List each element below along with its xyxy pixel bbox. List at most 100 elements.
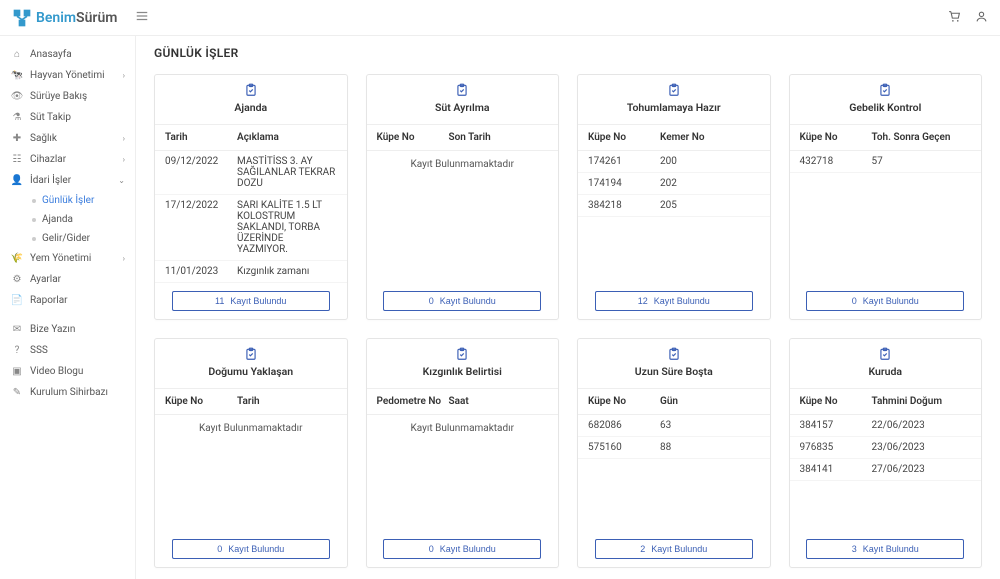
sidebar-label: Hayvan Yönetimi bbox=[30, 70, 105, 81]
column-header: Küpe No bbox=[377, 132, 449, 143]
cell: 202 bbox=[660, 178, 759, 189]
sidebar-item-saglik[interactable]: ✚Sağlık› bbox=[0, 128, 135, 149]
sidebar-item-hayvan[interactable]: 🐄 Hayvan Yönetimi › bbox=[0, 65, 135, 86]
table-row[interactable]: 174261200 bbox=[578, 151, 770, 173]
column-header: Toh. Sonra Geçen bbox=[872, 132, 971, 143]
sidebar-icon-ayarlar: ⚙ bbox=[10, 274, 24, 285]
logo-text-1: Benim bbox=[36, 10, 76, 26]
sidebar-item-yem[interactable]: 🌾Yem Yönetimi› bbox=[0, 248, 135, 269]
count-label: Kayıt Bulundu bbox=[863, 296, 919, 306]
sidebar-item-suttakip[interactable]: ⚗Süt Takip bbox=[0, 107, 135, 128]
count-value: 11 bbox=[215, 296, 224, 306]
record-count-button[interactable]: 3Kayıt Bulundu bbox=[806, 539, 964, 559]
column-header: Kemer No bbox=[660, 132, 759, 143]
sidebar-icon-video: ▣ bbox=[10, 366, 24, 377]
table-row[interactable]: 09/12/2022MASTİTİSS 3. AY SAĞILANLAR TEK… bbox=[155, 151, 347, 195]
record-count-button[interactable]: 12Kayıt Bulundu bbox=[595, 291, 753, 311]
table-row[interactable]: 17/12/2022SARI KALİTE 1.5 LT KOLOSTRUM S… bbox=[155, 195, 347, 261]
table-row[interactable]: 43271857 bbox=[790, 151, 982, 173]
card-ajanda: Ajanda TarihAçıklama 09/12/2022MASTİTİSS… bbox=[154, 74, 348, 320]
chevron-right-icon: › bbox=[123, 155, 125, 164]
chevron-right-icon: › bbox=[123, 71, 125, 80]
cell: 200 bbox=[660, 156, 759, 167]
cell: 88 bbox=[660, 442, 759, 453]
app-logo[interactable]: BenimSürüm bbox=[12, 8, 117, 28]
sidebar-label: Video Blogu bbox=[30, 366, 83, 377]
cell: Kızgınlık zamanı bbox=[237, 266, 336, 277]
sidebar-icon-cihazlar: ☷ bbox=[10, 154, 24, 165]
count-value: 2 bbox=[640, 544, 645, 554]
cell: SARI KALİTE 1.5 LT KOLOSTRUM SAKLANDI, T… bbox=[237, 200, 336, 255]
sidebar-icon-saglik: ✚ bbox=[10, 133, 24, 144]
sidebar-label: Cihazlar bbox=[30, 154, 66, 165]
cart-button[interactable] bbox=[948, 10, 961, 26]
sidebar-item-video[interactable]: ▣ Video Blogu bbox=[0, 361, 135, 382]
count-value: 0 bbox=[852, 296, 857, 306]
cell: 17/12/2022 bbox=[165, 200, 237, 255]
record-count-button[interactable]: 0Kayıt Bulundu bbox=[383, 291, 541, 311]
sidebar-sublabel: Ajanda bbox=[42, 214, 73, 225]
table-header: Küpe NoKemer No bbox=[578, 125, 770, 151]
column-header: Tahmini Doğum bbox=[872, 396, 971, 407]
sidebar-item-cihazlar[interactable]: ☷ Cihazlar › bbox=[0, 149, 135, 170]
table-row[interactable]: 11/01/2023Kızgınlık zamanı bbox=[155, 261, 347, 283]
page-title: GÜNLÜK İŞLER bbox=[154, 46, 982, 60]
sidebar-subitem-gelir[interactable]: Gelir/Gider bbox=[26, 229, 135, 248]
menu-toggle-button[interactable] bbox=[135, 9, 149, 26]
bullet-icon bbox=[32, 237, 36, 241]
clipboard-icon bbox=[878, 83, 892, 97]
record-count-button[interactable]: 0Kayıt Bulundu bbox=[172, 539, 330, 559]
sidebar-icon-hayvan: 🐄 bbox=[10, 70, 24, 81]
card-kizginlik: Kızgınlık Belirtisi Pedometre NoSaat Kay… bbox=[366, 338, 560, 568]
cell: 384218 bbox=[588, 200, 660, 211]
table-row[interactable]: 174194202 bbox=[578, 173, 770, 195]
cell: 11/01/2023 bbox=[165, 266, 237, 277]
card-title: Süt Ayrılma bbox=[373, 101, 553, 114]
sidebar-item-idari[interactable]: 👤İdari İşler⌄ bbox=[0, 170, 135, 191]
sidebar-subitem-gunluk[interactable]: Günlük İşler bbox=[26, 191, 135, 210]
count-value: 3 bbox=[852, 544, 857, 554]
sidebar-label: Raporlar bbox=[30, 295, 68, 306]
table-row[interactable]: 57516088 bbox=[578, 437, 770, 459]
card-title: Tohumlamaya Hazır bbox=[584, 101, 764, 114]
user-menu-button[interactable] bbox=[975, 10, 988, 26]
sidebar: ⌂Anasayfa 🐄 Hayvan Yönetimi › 👁 Sürüye Bakış ⚗… bbox=[0, 36, 136, 579]
column-header: Küpe No bbox=[165, 396, 237, 407]
empty-message: Kayıt Bulunmamaktadır bbox=[367, 415, 559, 442]
sidebar-icon-sss: ? bbox=[10, 345, 24, 356]
card-sut: Süt Ayrılma Küpe NoSon Tarih Kayıt Bulun… bbox=[366, 74, 560, 320]
record-count-button[interactable]: 11 Kayıt Bulundu bbox=[172, 291, 330, 311]
card-title: Uzun Süre Boşta bbox=[584, 365, 764, 378]
sidebar-label: Sürüye Bakış bbox=[30, 91, 87, 102]
sidebar-icon-suruye: 👁 bbox=[10, 91, 24, 102]
sidebar-item-home[interactable]: ⌂Anasayfa bbox=[0, 44, 135, 65]
table-row[interactable]: 97683523/06/2023 bbox=[790, 437, 982, 459]
cell: 682086 bbox=[588, 420, 660, 431]
sidebar-item-kurulum[interactable]: ✎Kurulum Sihirbazı bbox=[0, 382, 135, 403]
record-count-button[interactable]: 0Kayıt Bulundu bbox=[383, 539, 541, 559]
sidebar-item-sss[interactable]: ?SSS bbox=[0, 340, 135, 361]
sidebar-subitem-ajanda[interactable]: Ajanda bbox=[26, 210, 135, 229]
sidebar-item-suruye[interactable]: 👁 Sürüye Bakış bbox=[0, 86, 135, 107]
count-label: Kayıt Bulundu bbox=[230, 296, 286, 306]
table-row[interactable]: 38415722/06/2023 bbox=[790, 415, 982, 437]
clipboard-icon bbox=[244, 83, 258, 97]
sidebar-item-bize[interactable]: ✉Bize Yazın bbox=[0, 319, 135, 340]
count-label: Kayıt Bulundu bbox=[654, 296, 710, 306]
clipboard-icon bbox=[878, 347, 892, 361]
sidebar-item-ayarlar[interactable]: ⚙Ayarlar bbox=[0, 269, 135, 290]
logo-icon bbox=[12, 8, 32, 28]
user-icon bbox=[975, 10, 988, 23]
record-count-button[interactable]: 2Kayıt Bulundu bbox=[595, 539, 753, 559]
card-kuruda: Kuruda Küpe NoTahmini Doğum 38415722/06/… bbox=[789, 338, 983, 568]
table-row[interactable]: 38414127/06/2023 bbox=[790, 459, 982, 481]
sidebar-item-raporlar[interactable]: 📄Raporlar bbox=[0, 290, 135, 311]
cell: 575160 bbox=[588, 442, 660, 453]
table-row[interactable]: 384218205 bbox=[578, 195, 770, 217]
sidebar-label: Yem Yönetimi bbox=[30, 253, 91, 264]
record-count-button[interactable]: 0 Kayıt Bulundu bbox=[806, 291, 964, 311]
logo-text-2: Sürüm bbox=[76, 10, 117, 26]
column-header: Saat bbox=[449, 396, 548, 407]
count-label: Kayıt Bulundu bbox=[440, 296, 496, 306]
table-row[interactable]: 68208663 bbox=[578, 415, 770, 437]
